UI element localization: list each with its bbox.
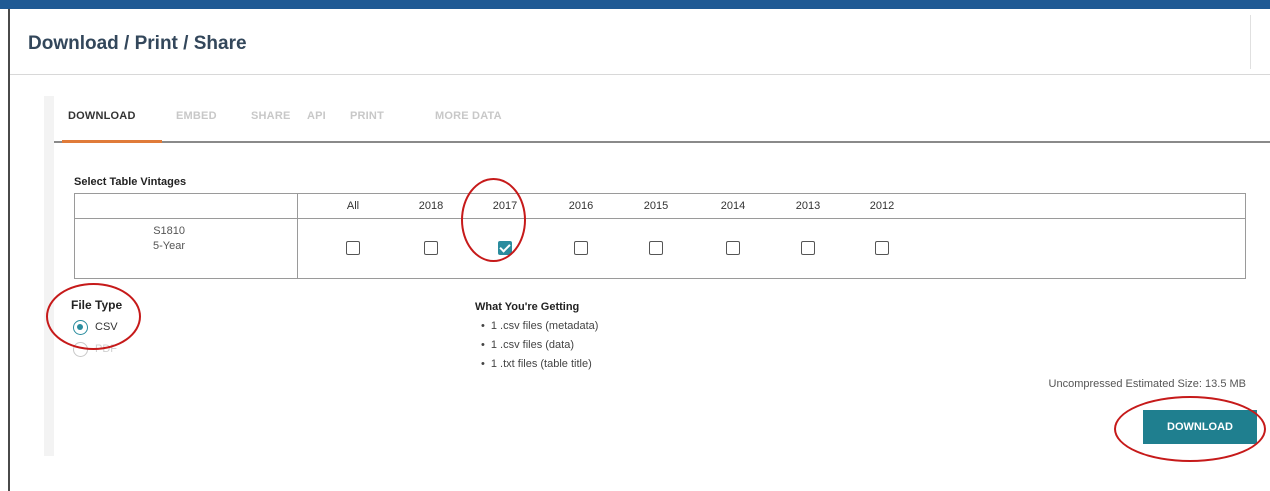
column-header-2015: 2015	[643, 200, 669, 212]
estimated-size: Uncompressed Estimated Size: 13.5 MB	[1048, 378, 1246, 390]
list-item: 1 .csv files (metadata)	[475, 317, 599, 336]
checkbox-2017[interactable]	[498, 241, 512, 255]
checkbox-2016[interactable]	[574, 241, 588, 255]
page-header: Download / Print / Share	[10, 9, 1270, 75]
list-item: 1 .csv files (data)	[475, 336, 598, 355]
column-header-2012: 2012	[869, 200, 895, 212]
column-header-2017: 2017	[492, 200, 518, 212]
getting-title: What You're Getting	[475, 301, 580, 313]
tab-bar: DOWNLOAD EMBED SHARE API PRINT MORE DATA	[54, 96, 1270, 143]
tab-print[interactable]: PRINT	[350, 110, 384, 122]
download-card: DOWNLOAD EMBED SHARE API PRINT MORE DATA…	[54, 96, 1270, 456]
column-header-2018: 2018	[418, 200, 444, 212]
download-print-share-page: Download / Print / Share DOWNLOAD EMBED …	[8, 9, 1270, 491]
tab-api[interactable]: API	[307, 110, 326, 122]
list-item: 1 .txt files (table title)	[475, 355, 598, 374]
table-id: S1810	[153, 225, 185, 237]
radio-pdf-label: PDF	[95, 343, 117, 355]
vintages-header-row: All 2018 2017 2016 2015 2014 2013 2012	[75, 194, 1245, 219]
checkbox-2015[interactable]	[649, 241, 663, 255]
download-button[interactable]: DOWNLOAD	[1143, 410, 1257, 444]
estimate-label: 5-Year	[152, 240, 185, 252]
radio-csv[interactable]	[73, 320, 88, 335]
column-header-all: All	[346, 200, 360, 212]
radio-csv-label: CSV	[95, 321, 118, 333]
checkbox-2013[interactable]	[801, 241, 815, 255]
header-divider	[1250, 15, 1251, 69]
tab-embed[interactable]: EMBED	[176, 110, 217, 122]
active-tab-indicator	[62, 140, 162, 143]
tab-download[interactable]: DOWNLOAD	[68, 110, 136, 122]
table-column-divider	[297, 194, 298, 278]
vintages-label: Select Table Vintages	[74, 176, 187, 188]
file-type-label: File Type	[71, 298, 123, 312]
checkbox-2014[interactable]	[726, 241, 740, 255]
download-panel: DOWNLOAD EMBED SHARE API PRINT MORE DATA…	[44, 96, 1270, 456]
radio-pdf[interactable]	[73, 342, 88, 357]
checkbox-all[interactable]	[346, 241, 360, 255]
table-row-label: S1810 5-Year	[75, 224, 185, 254]
column-header-2014: 2014	[720, 200, 746, 212]
checkbox-2018[interactable]	[424, 241, 438, 255]
column-header-2016: 2016	[568, 200, 594, 212]
checkbox-2012[interactable]	[875, 241, 889, 255]
vintages-table: All 2018 2017 2016 2015 2014 2013 2012 S…	[74, 193, 1246, 279]
column-header-2013: 2013	[795, 200, 821, 212]
top-bar	[0, 0, 1270, 9]
page-title: Download / Print / Share	[28, 33, 247, 54]
tab-more-data[interactable]: MORE DATA	[435, 110, 502, 122]
getting-list: 1 .csv files (metadata) 1 .csv files (da…	[475, 317, 599, 374]
tab-share[interactable]: SHARE	[251, 110, 291, 122]
